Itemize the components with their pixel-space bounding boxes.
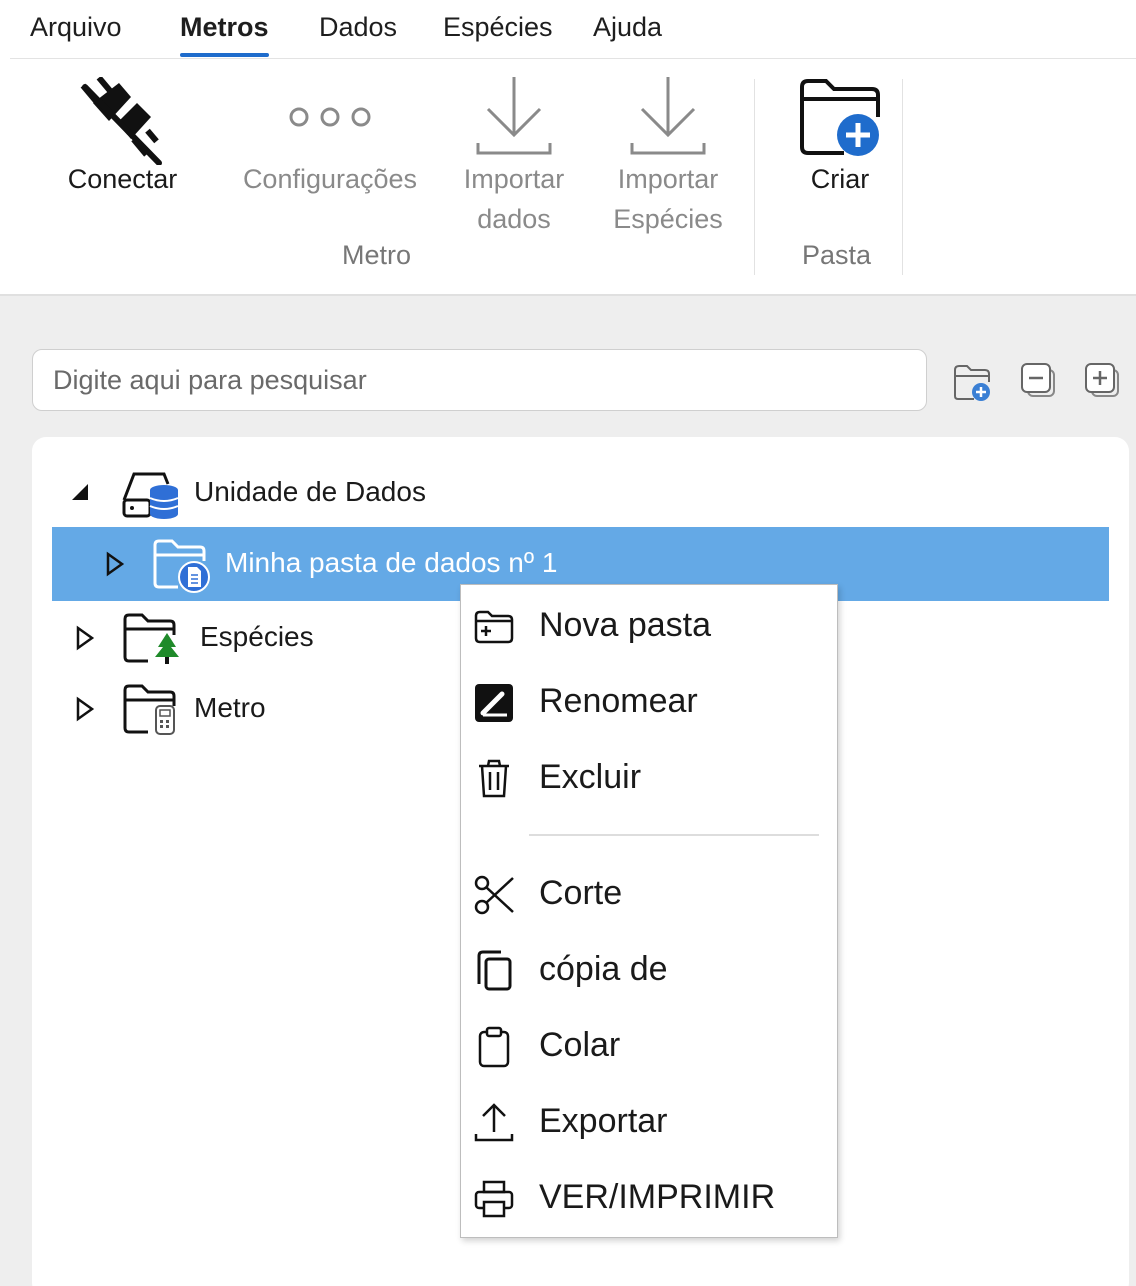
download-arrow-icon	[476, 77, 552, 155]
import-data-label-1: Importar	[463, 164, 565, 194]
menu-item-label: Corte	[539, 874, 623, 912]
create-folder-button[interactable]: Criar	[780, 69, 900, 204]
menu-item-delete[interactable]: Excluir	[461, 742, 837, 814]
settings-button[interactable]: Configurações	[230, 69, 430, 204]
menu-item-rename[interactable]: Renomear	[461, 666, 837, 738]
expanded-arrow-icon[interactable]	[70, 478, 92, 508]
group-separator	[754, 79, 755, 275]
menu-separator	[529, 834, 819, 836]
menu-item-cut[interactable]: Corte	[461, 858, 837, 930]
menu-item-label: Nova pasta	[539, 606, 711, 644]
download-arrow-icon	[630, 77, 706, 155]
menu-item-export[interactable]: Exportar	[461, 1086, 837, 1158]
new-folder-tool-icon[interactable]	[952, 362, 992, 402]
menu-item-label: VER/IMPRIMIR	[539, 1178, 776, 1216]
ribbon: Conectar Configurações Importar dados Im…	[0, 59, 1136, 295]
tab-dados[interactable]: Dados	[319, 12, 397, 43]
scissors-icon	[474, 875, 514, 915]
folder-add-icon	[800, 79, 880, 156]
collapse-all-icon[interactable]	[1020, 362, 1060, 402]
settings-label: Configurações	[242, 164, 418, 194]
collapsed-arrow-icon[interactable]	[74, 623, 96, 653]
folder-meter-icon	[123, 684, 176, 735]
connect-button[interactable]: Conectar	[55, 69, 190, 204]
printer-icon	[474, 1180, 514, 1218]
menu-item-label: Renomear	[539, 682, 698, 720]
copy-icon	[477, 950, 512, 991]
more-dots-icon	[289, 107, 371, 127]
create-label: Criar	[810, 164, 870, 194]
menu-bar: Arquivo Metros Dados Espécies Ajuda	[0, 0, 1136, 58]
clipboard-icon	[478, 1026, 510, 1068]
menu-item-paste[interactable]: Colar	[461, 1010, 837, 1082]
collapsed-arrow-icon[interactable]	[104, 549, 126, 579]
tab-metros[interactable]: Metros	[180, 12, 269, 57]
import-species-button[interactable]: Importar Espécies	[600, 69, 736, 244]
menu-item-label: Exportar	[539, 1102, 668, 1140]
menu-item-new-folder[interactable]: Nova pasta	[461, 590, 837, 662]
menu-item-label: cópia de	[539, 950, 668, 988]
connect-label: Conectar	[67, 164, 178, 194]
folder-add-icon	[474, 610, 514, 644]
tree-node-label: Minha pasta de dados nº 1	[225, 547, 558, 578]
rename-icon	[475, 684, 513, 722]
export-icon	[474, 1103, 514, 1142]
tree-node-label: Metro	[194, 692, 266, 723]
menu-item-label: Excluir	[539, 758, 642, 796]
search-input[interactable]	[32, 349, 927, 411]
tree-node-label: Unidade de Dados	[194, 476, 426, 507]
context-menu: Nova pasta Renomear Excluir Corte cópia …	[460, 584, 838, 1238]
menu-item-copy[interactable]: cópia de	[461, 934, 837, 1006]
group-label-metro: Metro	[342, 240, 412, 270]
import-data-label-2: dados	[477, 204, 551, 234]
group-label-pasta: Pasta	[802, 240, 872, 270]
expand-all-icon[interactable]	[1084, 362, 1124, 402]
import-species-label-2: Espécies	[613, 204, 723, 234]
tree-node-label: Espécies	[200, 621, 314, 652]
menu-item-view-print[interactable]: VER/IMPRIMIR	[461, 1162, 837, 1234]
tree-node-root[interactable]: Unidade de Dados	[52, 456, 1109, 530]
tab-especies[interactable]: Espécies	[443, 12, 553, 43]
import-data-button[interactable]: Importar dados	[448, 69, 580, 244]
trash-icon	[479, 759, 509, 798]
tab-arquivo[interactable]: Arquivo	[30, 12, 122, 43]
import-species-label-1: Importar	[617, 164, 719, 194]
plug-disconnected-icon	[80, 77, 162, 165]
folder-document-icon	[153, 539, 210, 593]
group-separator	[902, 79, 903, 275]
folder-tree-icon	[123, 613, 179, 664]
data-drive-icon	[122, 472, 179, 519]
tab-ajuda[interactable]: Ajuda	[593, 12, 662, 43]
collapsed-arrow-icon[interactable]	[74, 694, 96, 724]
menu-item-label: Colar	[539, 1026, 621, 1064]
